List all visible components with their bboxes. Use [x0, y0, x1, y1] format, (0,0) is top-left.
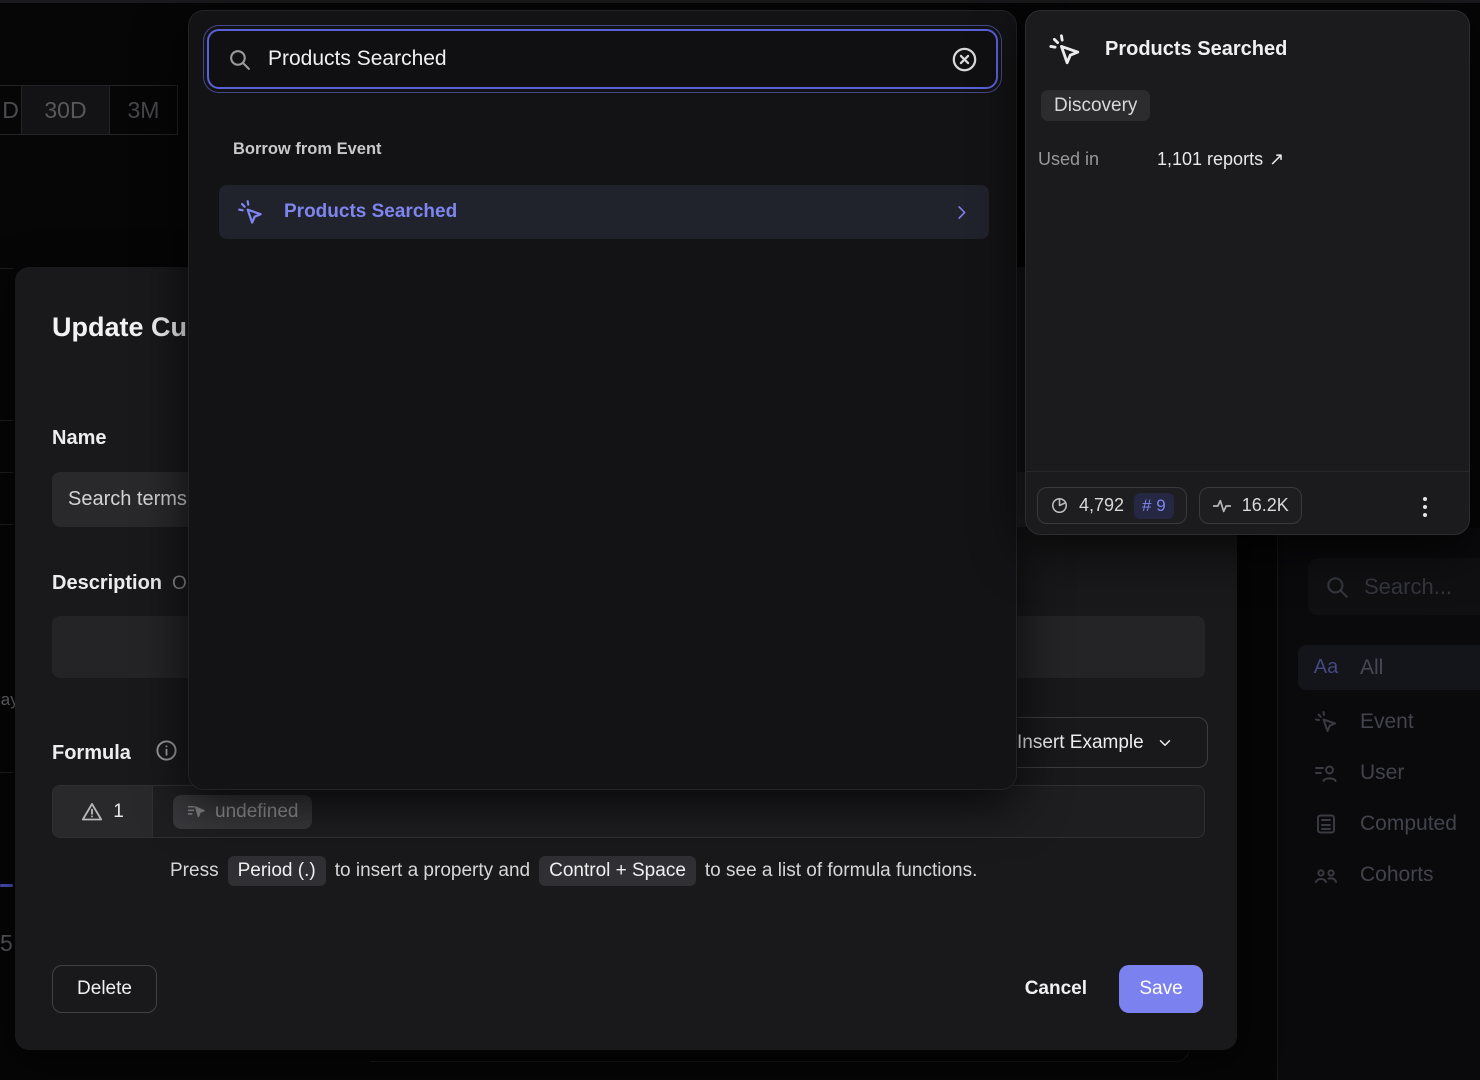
- name-label: Name: [52, 427, 106, 450]
- text-type-icon: Aa: [1314, 656, 1338, 679]
- sidebar-item-all[interactable]: Aa All: [1298, 645, 1480, 690]
- sidebar-item-label: All: [1360, 656, 1383, 680]
- formula-hint: Press Period (.) to insert a property an…: [170, 856, 977, 886]
- backdrop-chart-line: [0, 884, 13, 887]
- description-label: Description: [52, 572, 162, 595]
- clear-search-icon[interactable]: [951, 46, 978, 73]
- formula-input[interactable]: 1 undefined: [52, 785, 1205, 838]
- chevron-right-icon: [952, 203, 971, 222]
- insert-example-button[interactable]: Insert Example: [1000, 717, 1208, 768]
- backdrop-gridline: [0, 268, 13, 269]
- backdrop-gridline: [0, 772, 13, 773]
- event-volume-pill[interactable]: 16.2K: [1199, 487, 1302, 524]
- more-options-icon[interactable]: [1413, 490, 1437, 524]
- borrow-from-event-label: Borrow from Event: [233, 140, 382, 159]
- kbd-control-space: Control + Space: [539, 856, 696, 886]
- reports-link-text: 1,101 reports: [1157, 149, 1263, 170]
- discovery-tag[interactable]: Discovery: [1041, 90, 1150, 121]
- event-cursor-icon: [1314, 710, 1338, 734]
- formula-error-gutter: 1: [53, 786, 153, 837]
- delete-button[interactable]: Delete: [52, 965, 157, 1013]
- backdrop-axis-fragment: 5: [0, 930, 13, 957]
- sidebar-item-label: User: [1360, 761, 1404, 785]
- sidebar-item-label: Computed: [1360, 812, 1457, 836]
- sidebar-item-label: Cohorts: [1360, 863, 1434, 887]
- formula-label: Formula: [52, 742, 131, 765]
- external-link-icon: ↗: [1269, 149, 1284, 170]
- computed-icon: [1314, 812, 1338, 836]
- search-result-products-searched[interactable]: Products Searched: [219, 185, 989, 239]
- chip-label: undefined: [215, 801, 298, 823]
- card-divider: [1026, 471, 1469, 472]
- event-count-pill[interactable]: 4,792 # 9: [1037, 487, 1187, 524]
- sidebar-item-computed[interactable]: Computed: [1298, 801, 1480, 846]
- hint-text: to see a list of formula functions.: [705, 860, 977, 882]
- reports-link[interactable]: 1,101 reports ↗: [1157, 149, 1284, 170]
- event-volume: 16.2K: [1242, 495, 1289, 516]
- event-stats: 4,792 # 9 16.2K: [1037, 487, 1302, 524]
- time-range-selector: D 30D 3M: [0, 85, 178, 135]
- event-rank-badge: # 9: [1134, 493, 1174, 519]
- sidebar-item-user[interactable]: User: [1298, 750, 1480, 795]
- error-line-number: 1: [113, 801, 124, 823]
- event-detail-card: Products Searched Discovery Used in 1,10…: [1025, 10, 1470, 535]
- chevron-down-icon: [1156, 734, 1174, 752]
- time-range-partial[interactable]: D: [0, 86, 22, 134]
- backdrop-gridline: [0, 524, 13, 525]
- cohorts-icon: [1314, 863, 1338, 887]
- activity-icon: [1212, 496, 1232, 516]
- sidebar-item-cohorts[interactable]: Cohorts: [1298, 852, 1480, 897]
- pie-chart-icon: [1050, 496, 1069, 515]
- insert-example-label: Insert Example: [1017, 732, 1144, 754]
- warning-icon: [81, 801, 103, 823]
- event-cursor-icon: [1048, 33, 1082, 67]
- event-property-icon: [187, 802, 206, 821]
- event-count: 4,792: [1079, 495, 1124, 516]
- search-input[interactable]: [268, 47, 935, 71]
- save-button[interactable]: Save: [1119, 965, 1203, 1013]
- time-range-30d[interactable]: 30D: [22, 86, 110, 134]
- sidebar-search-placeholder: Search...: [1364, 574, 1452, 600]
- used-in-label: Used in: [1038, 149, 1099, 170]
- event-title: Products Searched: [1105, 38, 1287, 61]
- result-label: Products Searched: [284, 201, 932, 223]
- app-root: D 30D 3M lay 5 Search... Aa All Event Us…: [0, 0, 1480, 1080]
- info-icon[interactable]: [155, 739, 178, 762]
- search-input-wrapper: [207, 29, 998, 89]
- backdrop-gridline: [0, 420, 13, 421]
- property-search-modal: Borrow from Event Products Searched: [188, 10, 1017, 790]
- backdrop-top-edge: [0, 0, 1480, 3]
- modal-footer-actions: Cancel Save: [1025, 965, 1203, 1013]
- search-icon: [1324, 574, 1350, 600]
- search-icon: [227, 47, 252, 72]
- hint-text: to insert a property and: [335, 860, 530, 882]
- sidebar-item-event[interactable]: Event: [1298, 699, 1480, 744]
- property-type-sidebar: Search... Aa All Event User Computed: [1277, 528, 1480, 1080]
- sidebar-search-input[interactable]: Search...: [1308, 558, 1480, 615]
- sidebar-item-label: Event: [1360, 710, 1414, 734]
- backdrop-gridline: [0, 472, 13, 473]
- undefined-property-chip[interactable]: undefined: [173, 795, 312, 829]
- event-cursor-icon: [237, 199, 264, 226]
- hint-text: Press: [170, 860, 219, 882]
- user-icon: [1314, 761, 1338, 785]
- time-range-3m[interactable]: 3M: [110, 86, 178, 134]
- cancel-button[interactable]: Cancel: [1025, 978, 1087, 1000]
- kbd-period: Period (.): [228, 856, 326, 886]
